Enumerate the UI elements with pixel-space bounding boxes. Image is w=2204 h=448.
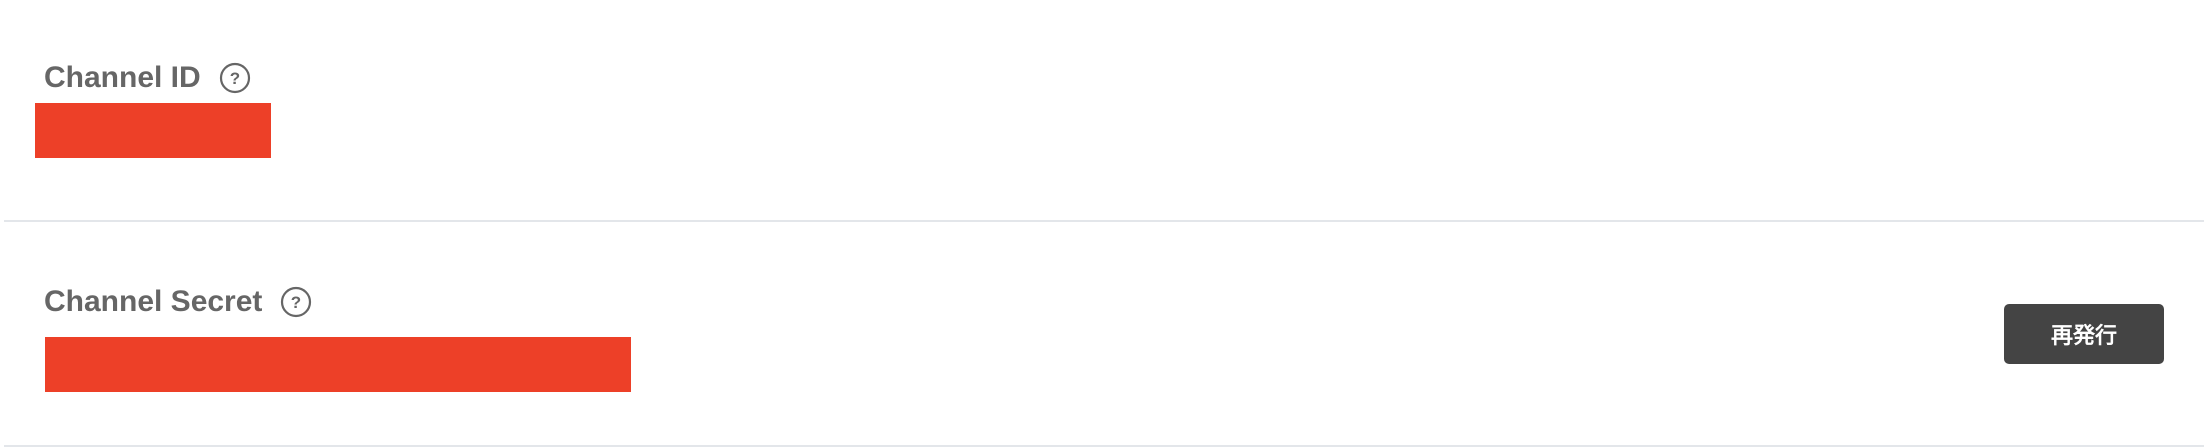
channel-id-help-glyph: ? bbox=[229, 69, 239, 88]
channel-id-label: Channel ID bbox=[44, 61, 201, 94]
section-divider bbox=[4, 445, 2204, 447]
channel-id-section: Channel ID ? bbox=[4, 0, 2204, 220]
channel-id-label-row: Channel ID ? bbox=[44, 58, 251, 98]
channel-secret-value-redacted bbox=[45, 337, 631, 392]
channel-secret-section: Channel Secret ? 再発行 bbox=[4, 222, 2204, 446]
channel-secret-label: Channel Secret bbox=[44, 285, 263, 318]
channel-secret-label-row: Channel Secret ? bbox=[44, 282, 312, 322]
channel-id-value-redacted bbox=[35, 103, 271, 158]
question-circle-icon[interactable]: ? bbox=[280, 286, 312, 318]
question-circle-icon[interactable]: ? bbox=[219, 62, 251, 94]
reissue-button[interactable]: 再発行 bbox=[2004, 304, 2164, 364]
channel-secret-help-glyph: ? bbox=[291, 293, 301, 312]
